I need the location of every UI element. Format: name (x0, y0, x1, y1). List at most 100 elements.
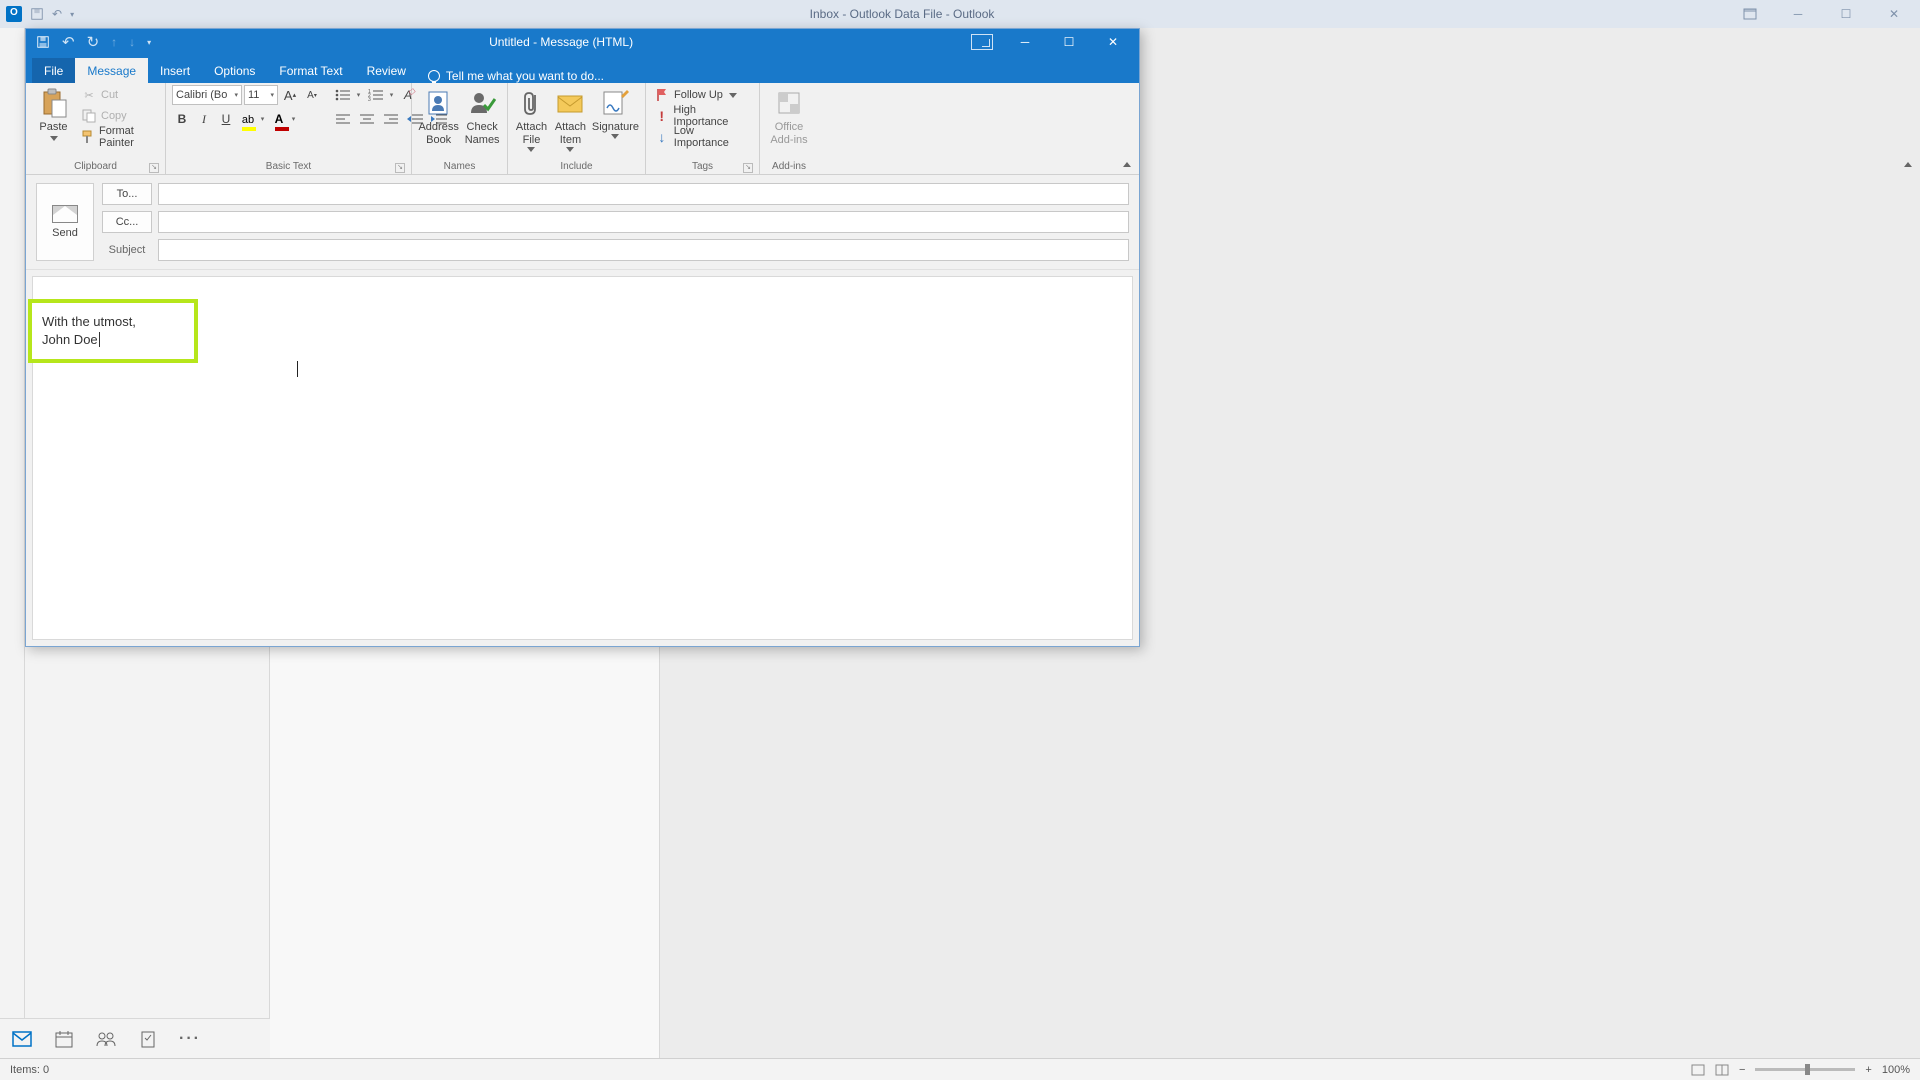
address-book-button[interactable]: Address Book (418, 85, 459, 147)
compose-minimize-icon[interactable]: ─ (1003, 29, 1047, 55)
grow-font-button[interactable]: A▴ (280, 85, 300, 105)
tab-file[interactable]: File (32, 58, 75, 83)
tab-message[interactable]: Message (75, 58, 148, 83)
high-importance-button[interactable]: ! High Importance (652, 106, 753, 126)
basic-text-group-label: Basic Text ↘ (172, 160, 405, 174)
align-center-button[interactable] (356, 109, 378, 129)
compose-header: Send To... Cc... Subject (26, 175, 1139, 270)
chevron-down-icon (611, 134, 619, 139)
font-size-dropdown[interactable]: 11 ▾ (244, 85, 278, 105)
tab-review[interactable]: Review (355, 58, 418, 83)
qat-redo-icon[interactable]: ↻ (87, 33, 100, 51)
zoom-level[interactable]: 100% (1882, 1064, 1910, 1076)
bold-button[interactable]: B (172, 109, 192, 129)
tell-me-search[interactable]: Tell me what you want to do... (428, 69, 604, 83)
align-left-button[interactable] (332, 109, 354, 129)
qat-prev-icon[interactable]: ↑ (111, 35, 117, 49)
chevron-down-icon: ▾ (289, 109, 298, 129)
office-addins-label: Office Add-ins (770, 121, 807, 147)
check-names-icon (466, 87, 498, 119)
ribbon-group-tags: Follow Up ! High Importance ↓ Low Import… (646, 83, 760, 174)
qat-undo-icon[interactable]: ↶ (52, 7, 62, 21)
include-group-label: Include (514, 160, 639, 174)
main-minimize-icon[interactable]: ─ (1778, 4, 1818, 24)
format-painter-label: Format Painter (99, 125, 157, 149)
compose-maximize-icon[interactable]: ☐ (1047, 29, 1091, 55)
signature-button[interactable]: Signature (592, 85, 639, 139)
qat-save-icon[interactable] (36, 35, 50, 49)
view-reading-icon[interactable] (1715, 1064, 1729, 1076)
tab-insert[interactable]: Insert (148, 58, 202, 83)
main-maximize-icon[interactable]: ☐ (1826, 4, 1866, 24)
cut-button[interactable]: ✂ Cut (79, 85, 159, 105)
view-normal-icon[interactable] (1691, 1064, 1705, 1076)
clipboard-launcher-icon[interactable]: ↘ (149, 163, 159, 173)
cc-field[interactable] (158, 211, 1129, 233)
align-right-button[interactable] (380, 109, 402, 129)
italic-button[interactable]: I (194, 109, 214, 129)
shrink-font-button[interactable]: A▾ (302, 85, 322, 105)
subject-field[interactable] (158, 239, 1129, 261)
check-names-label: Check Names (465, 121, 500, 147)
zoom-slider[interactable] (1755, 1068, 1855, 1071)
send-button[interactable]: Send (36, 183, 94, 261)
text-cursor (99, 332, 100, 347)
tell-me-label: Tell me what you want to do... (446, 69, 604, 83)
nav-calendar-icon[interactable] (54, 1029, 74, 1049)
zoom-in-icon[interactable]: + (1865, 1064, 1871, 1076)
signature-icon (599, 87, 631, 119)
highlight-button[interactable]: ab ▾ (238, 109, 267, 129)
attach-item-icon (554, 87, 586, 119)
font-color-button[interactable]: A ▾ (269, 109, 298, 129)
qat-undo-icon[interactable]: ↶ (62, 33, 75, 51)
signature-line1: With the utmost, (42, 313, 186, 331)
nav-people-icon[interactable] (96, 1029, 116, 1049)
addins-group-label: Add-ins (766, 160, 812, 174)
font-size-value: 11 (248, 89, 259, 101)
chevron-down-icon (50, 136, 58, 141)
compose-close-icon[interactable]: ✕ (1091, 29, 1135, 55)
signature-line2: John Doe (42, 331, 186, 349)
main-close-icon[interactable]: ✕ (1874, 4, 1914, 24)
font-name-dropdown[interactable]: Calibri (Bo ▾ (172, 85, 242, 105)
paste-button[interactable]: Paste (32, 85, 75, 141)
qat-next-icon[interactable]: ↓ (129, 35, 135, 49)
chevron-down-icon (729, 93, 737, 98)
low-importance-button[interactable]: ↓ Low Importance (652, 127, 753, 147)
numbering-button[interactable]: 123 ▾ (365, 85, 396, 105)
nav-mail-icon[interactable] (12, 1029, 32, 1049)
format-painter-button[interactable]: Format Painter (79, 127, 159, 147)
zoom-out-icon[interactable]: − (1739, 1064, 1745, 1076)
office-addins-button[interactable]: Office Add-ins (766, 85, 812, 147)
tags-launcher-icon[interactable]: ↘ (743, 163, 753, 173)
copy-button[interactable]: Copy (79, 106, 159, 126)
follow-up-button[interactable]: Follow Up (652, 85, 739, 105)
ribbon: Paste ✂ Cut Copy (26, 83, 1139, 175)
to-field[interactable] (158, 183, 1129, 205)
high-importance-icon: ! (654, 108, 669, 124)
chevron-down-icon: ▾ (270, 91, 274, 99)
compose-titlebar: ↶ ↻ ↑ ↓ ▾ Untitled - Message (HTML) ─ ☐ … (26, 29, 1139, 55)
attach-item-button[interactable]: Attach Item (553, 85, 588, 152)
qat-save-icon[interactable] (30, 7, 44, 21)
attach-file-button[interactable]: Attach File (514, 85, 549, 152)
compose-body[interactable]: With the utmost, John Doe (32, 276, 1133, 640)
underline-button[interactable]: U (216, 109, 236, 129)
bg-ribbon-collapse-icon[interactable] (1904, 156, 1912, 170)
to-button[interactable]: To... (102, 183, 152, 205)
address-book-label: Address Book (418, 121, 458, 147)
ribbon-collapse-icon[interactable] (1123, 158, 1131, 170)
nav-more-icon[interactable]: ··· (180, 1029, 200, 1049)
format-painter-icon (81, 129, 95, 145)
cc-button[interactable]: Cc... (102, 211, 152, 233)
tab-format-text[interactable]: Format Text (267, 58, 354, 83)
ribbon-display-options-icon[interactable] (1730, 4, 1770, 24)
bullets-button[interactable]: ▾ (332, 85, 363, 105)
svg-text:3: 3 (368, 97, 371, 102)
status-items: Items: 0 (10, 1064, 49, 1076)
nav-tasks-icon[interactable] (138, 1029, 158, 1049)
basic-text-launcher-icon[interactable]: ↘ (395, 163, 405, 173)
check-names-button[interactable]: Check Names (463, 85, 501, 147)
ribbon-display-options-icon[interactable] (971, 34, 993, 50)
tab-options[interactable]: Options (202, 58, 267, 83)
